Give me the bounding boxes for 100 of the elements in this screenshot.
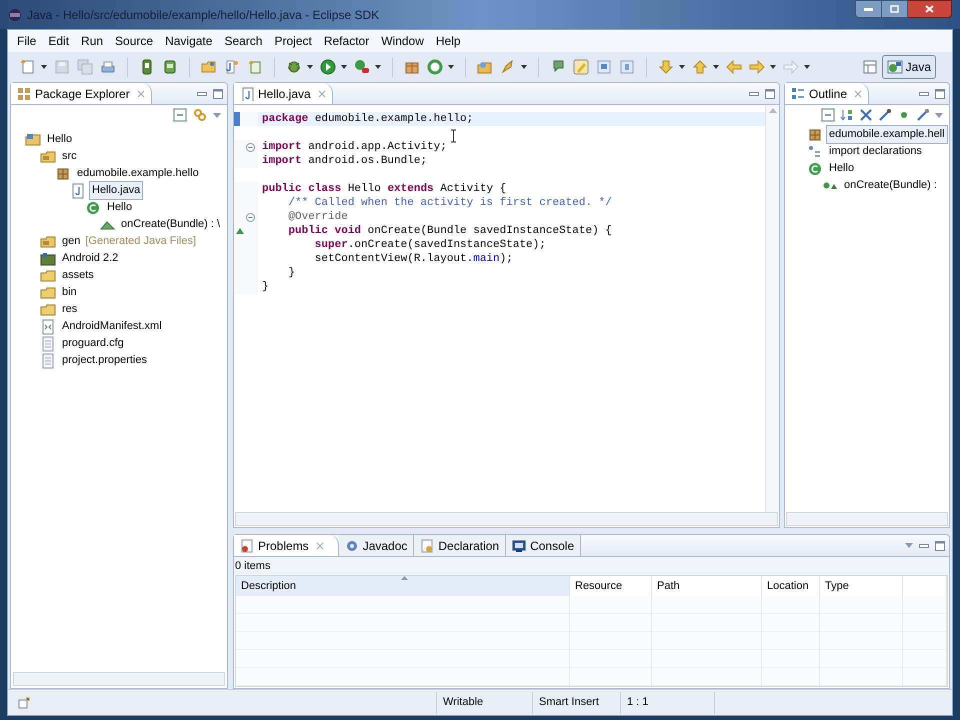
column-header[interactable]: Path	[652, 576, 762, 596]
horizontal-scrollbar[interactable]	[235, 512, 778, 526]
maximize-button[interactable]	[882, 0, 908, 18]
open-perspective-icon[interactable]	[862, 60, 877, 74]
column-header[interactable]: Description	[236, 576, 570, 596]
ring-icon[interactable]	[427, 59, 443, 75]
maximize-icon[interactable]	[935, 540, 945, 550]
collapse-all-icon[interactable]	[821, 108, 835, 122]
minimize-icon[interactable]	[919, 542, 929, 548]
view-menu-icon[interactable]	[905, 543, 913, 548]
column-header[interactable]: Location	[762, 576, 820, 596]
maximize-icon[interactable]	[213, 88, 223, 98]
collapse-all-icon[interactable]	[173, 108, 187, 122]
caret-icon[interactable]	[679, 65, 685, 69]
panel-tab[interactable]: Javadoc	[338, 535, 414, 556]
caret-icon[interactable]	[804, 65, 810, 69]
caret-icon[interactable]	[770, 65, 776, 69]
maximize-icon[interactable]	[765, 88, 775, 98]
minimize-icon[interactable]	[919, 90, 929, 96]
close-icon[interactable]	[136, 90, 145, 98]
caret-icon[interactable]	[307, 65, 313, 69]
tree-item[interactable]: edumobile.example.hell	[826, 125, 948, 144]
caret-icon[interactable]	[41, 65, 47, 69]
horizontal-scrollbar[interactable]	[786, 512, 948, 526]
tree-item[interactable]: Hello.java	[89, 181, 144, 200]
console-icon	[512, 538, 526, 552]
printer-icon[interactable]	[100, 59, 116, 75]
tree-item[interactable]: src	[59, 147, 80, 166]
save-icon[interactable]	[54, 59, 70, 75]
close-icon[interactable]	[316, 542, 324, 550]
class-icon	[807, 160, 823, 176]
close-button[interactable]	[908, 0, 952, 18]
view-tab[interactable]: Outline	[785, 83, 870, 104]
run-icon[interactable]	[320, 59, 336, 75]
tree-item[interactable]: project.properties	[59, 351, 150, 370]
menu-item[interactable]: Navigate	[159, 32, 218, 50]
panel-tab[interactable]: Console	[506, 535, 582, 556]
menu-item[interactable]: Run	[75, 32, 110, 50]
caret-icon[interactable]	[448, 65, 454, 69]
javadoc-icon	[344, 538, 359, 552]
new-project-icon[interactable]	[224, 59, 240, 75]
caret-icon[interactable]	[713, 65, 719, 69]
menu-item[interactable]: Edit	[42, 32, 76, 50]
close-icon[interactable]	[854, 90, 862, 98]
panel-tab[interactable]: Problems	[234, 535, 339, 556]
view-menu-icon[interactable]	[213, 112, 221, 118]
column-header[interactable]: Type	[820, 576, 903, 596]
code-line: import android.app.Activity;	[261, 140, 447, 154]
tree-item[interactable]: assets	[59, 266, 97, 285]
tree-item[interactable]: Hello	[44, 130, 76, 149]
tree-item[interactable]: onCreate(Bundle) : \	[118, 215, 224, 234]
tree-item[interactable]: onCreate(Bundle) :	[841, 176, 940, 195]
view-menu-icon[interactable]	[935, 112, 943, 118]
menu-item[interactable]: File	[11, 32, 42, 50]
library-icon	[40, 250, 56, 266]
new-file-plus-icon[interactable]	[247, 59, 263, 75]
minimize-icon[interactable]	[197, 90, 207, 96]
tree-item[interactable]: Android 2.2	[59, 249, 122, 268]
tree-item[interactable]: bin	[59, 283, 80, 302]
tree-item[interactable]: res	[59, 300, 80, 319]
menu-item[interactable]: Window	[375, 32, 430, 50]
menu-item[interactable]: Source	[109, 32, 160, 50]
menu-item[interactable]: Project	[268, 32, 318, 50]
new-fast-view-icon[interactable]	[18, 696, 30, 708]
open-folder-icon[interactable]	[201, 59, 217, 75]
close-icon[interactable]	[318, 90, 326, 98]
perspective-button[interactable]: Java	[882, 55, 936, 79]
horizontal-scrollbar[interactable]	[13, 672, 225, 686]
back-arrow-icon[interactable]	[726, 59, 742, 75]
maximize-icon[interactable]	[935, 88, 945, 98]
code-line: }	[261, 280, 269, 294]
panel-tab[interactable]: Declaration	[414, 535, 506, 556]
tree-item[interactable]: AndroidManifest.xml	[59, 317, 165, 336]
tree-item[interactable]: proguard.cfg	[59, 334, 127, 353]
tree-item[interactable]: edumobile.example.hello	[74, 164, 202, 183]
table-header-filler	[903, 576, 947, 596]
sort-icon[interactable]	[840, 108, 854, 122]
collapse-fold-icon[interactable]	[246, 142, 255, 152]
menu-item[interactable]: Search	[218, 32, 268, 50]
link-icon[interactable]	[193, 108, 207, 122]
java-file-icon	[70, 182, 86, 198]
caret-icon[interactable]	[375, 65, 381, 69]
tree-item[interactable]: Hello	[104, 198, 136, 217]
caret-icon[interactable]	[521, 65, 527, 69]
minimize-button[interactable]	[855, 0, 882, 18]
minimize-icon[interactable]	[749, 90, 759, 96]
tree-item[interactable]: import declarations	[826, 142, 925, 161]
tree-item[interactable]: gen	[59, 232, 84, 251]
highlight-icon[interactable]	[573, 59, 589, 75]
column-header[interactable]: Resource	[570, 576, 652, 596]
view-tab[interactable]: Package Explorer	[11, 83, 152, 104]
menu-item[interactable]: Help	[430, 32, 467, 50]
menu-item[interactable]: Refactor	[318, 32, 376, 50]
new-file-icon[interactable]	[20, 59, 36, 75]
view-tab[interactable]: Hello.java	[234, 83, 333, 104]
forward-arrow-icon[interactable]	[749, 59, 765, 75]
tree-item[interactable]: Hello	[826, 159, 858, 178]
caret-icon[interactable]	[341, 65, 347, 69]
collapse-fold-icon[interactable]	[246, 212, 255, 222]
external-tool-icon[interactable]	[354, 59, 370, 75]
